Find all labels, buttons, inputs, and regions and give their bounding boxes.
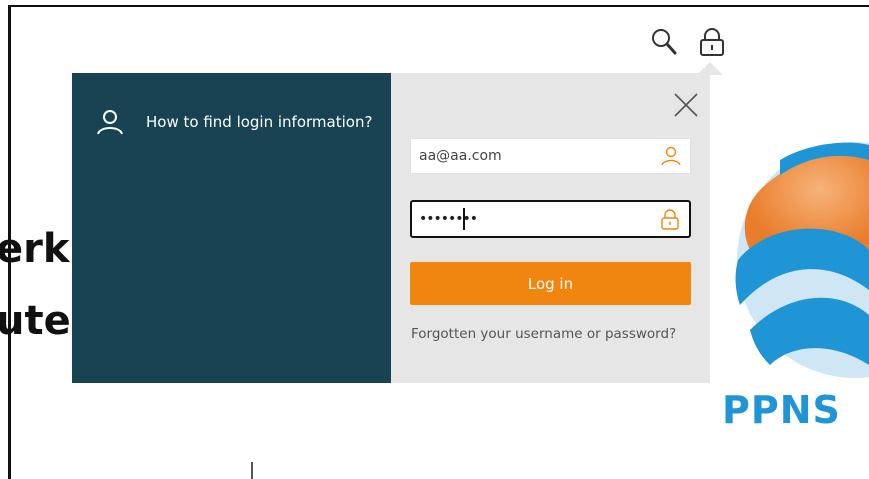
user-icon <box>97 110 123 135</box>
password-input[interactable] <box>419 202 649 236</box>
lock-icon <box>661 209 679 230</box>
frame-top-border <box>8 5 869 7</box>
password-field-container <box>410 200 691 238</box>
user-icon <box>661 146 681 166</box>
help-link[interactable]: How to find login information? <box>94 106 372 138</box>
close-icon[interactable] <box>672 91 700 119</box>
username-input[interactable] <box>419 139 649 173</box>
help-link-label: How to find login information? <box>146 113 373 131</box>
lock-icon[interactable] <box>696 26 728 58</box>
login-button[interactable]: Log in <box>410 262 691 305</box>
text-caret <box>463 208 465 230</box>
background-mark <box>251 462 253 479</box>
background-heading-line2: ute <box>0 298 71 344</box>
search-icon[interactable] <box>648 26 680 58</box>
login-form-panel: Log in Forgotten your username or passwo… <box>391 73 710 383</box>
background-heading-line1: erk <box>0 226 70 272</box>
ppns-logo-text: PPNS <box>722 388 841 432</box>
username-field-container <box>410 138 691 174</box>
login-help-panel: How to find login information? <box>72 73 391 383</box>
forgot-password-link[interactable]: Forgotten your username or password? <box>411 326 676 342</box>
